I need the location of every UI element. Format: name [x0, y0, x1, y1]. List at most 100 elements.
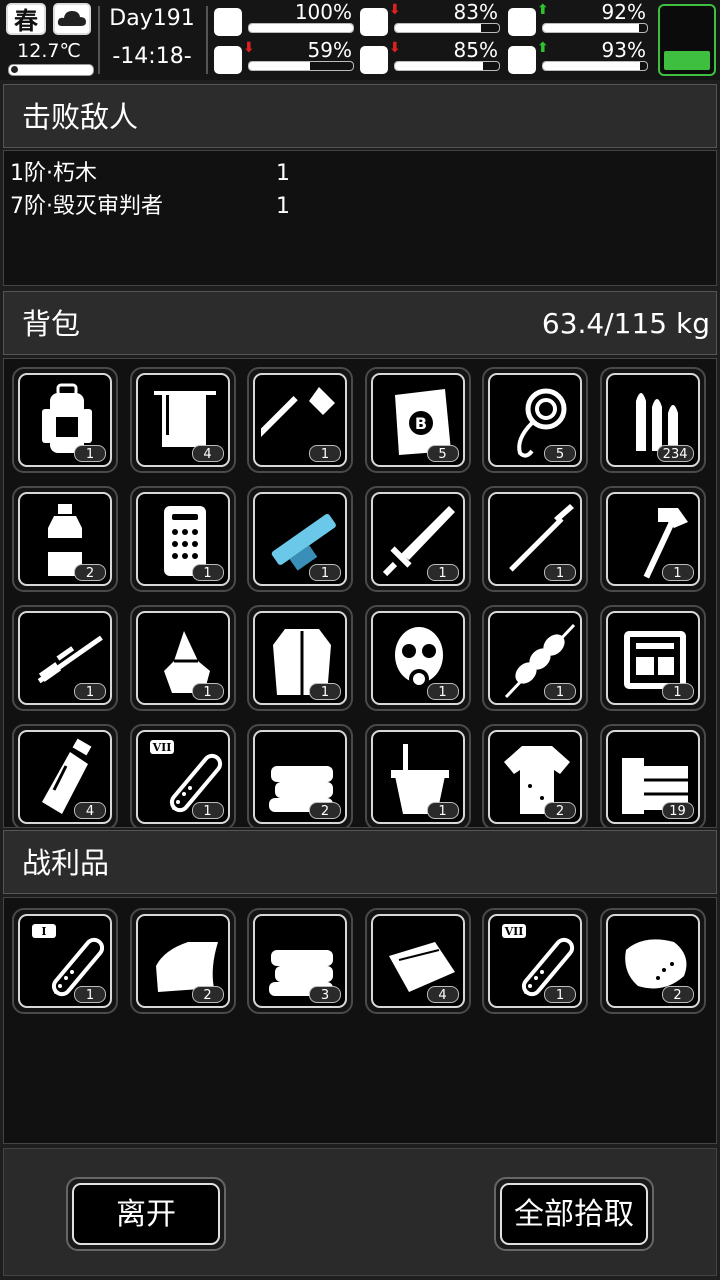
- item-slot-frame: 4: [18, 730, 112, 824]
- backpack-title: 背包: [22, 307, 81, 341]
- item-count: 2: [74, 564, 106, 581]
- item-slot[interactable]: 2: [599, 908, 706, 1014]
- loot-header: 战利品: [3, 830, 717, 894]
- take-all-button-label: 全部拾取: [500, 1183, 648, 1245]
- stat-bar-fill: [543, 62, 640, 70]
- item-slot-frame: 1: [18, 611, 112, 705]
- battery-icon: [658, 4, 716, 76]
- stat-value: 83%: [453, 0, 498, 24]
- item-count: 1: [74, 683, 106, 700]
- item-slot[interactable]: 4: [129, 367, 236, 473]
- water-icon: [360, 46, 388, 74]
- item-slot[interactable]: VII 1: [129, 724, 236, 827]
- defeated-title: 击败敌人: [22, 100, 139, 134]
- item-count: 2: [191, 986, 224, 1003]
- item-slot-frame: 4: [135, 373, 230, 467]
- item-count: 2: [544, 802, 576, 819]
- item-slot[interactable]: 1: [247, 605, 353, 711]
- svg-text:I: I: [41, 925, 46, 938]
- item-slot-frame: 1: [253, 611, 347, 705]
- item-slot[interactable]: 1: [12, 367, 118, 473]
- item-slot-frame: VII 1: [135, 730, 230, 824]
- item-slot[interactable]: 5: [482, 367, 588, 473]
- take-all-button[interactable]: 全部拾取: [494, 1177, 654, 1251]
- item-count: 1: [309, 445, 341, 462]
- item-slot-frame: 2: [18, 492, 112, 586]
- item-count: 1: [426, 564, 459, 581]
- stat-bar-fill: [395, 24, 482, 32]
- item-count: 1: [544, 986, 576, 1003]
- item-slot[interactable]: 1: [247, 486, 353, 592]
- item-slot[interactable]: 4: [12, 724, 118, 827]
- item-slot[interactable]: 1: [482, 486, 588, 592]
- item-slot[interactable]: 19: [599, 724, 706, 827]
- item-count: 1: [74, 445, 106, 462]
- item-count: 1: [74, 986, 106, 1003]
- item-slot-frame: 4: [370, 914, 465, 1008]
- item-slot[interactable]: 1: [129, 486, 236, 592]
- stat-bar: [394, 61, 500, 71]
- item-slot[interactable]: I1: [12, 908, 118, 1014]
- item-slot[interactable]: 1: [364, 486, 471, 592]
- item-slot-frame: 2: [253, 730, 347, 824]
- item-slot-frame: 1: [135, 492, 230, 586]
- loot-grid[interactable]: I 1 2 3 4 VII 1 2: [3, 897, 717, 1144]
- item-count: 1: [191, 802, 224, 819]
- stat-bar-fill: [249, 62, 311, 70]
- item-count: 234: [656, 445, 694, 462]
- item-count: 1: [544, 564, 576, 581]
- defeated-header: 击败敌人: [3, 84, 717, 148]
- stat-value: 93%: [601, 38, 646, 62]
- temperature-label: 12.7℃: [17, 40, 81, 62]
- item-slot[interactable]: 234: [599, 367, 706, 473]
- item-slot[interactable]: 1: [482, 605, 588, 711]
- enemy-name: 1阶·朽木: [10, 161, 97, 186]
- battery-level: [664, 50, 710, 70]
- item-slot[interactable]: 1: [12, 605, 118, 711]
- item-slot-frame: 1: [18, 373, 112, 467]
- item-count: 2: [309, 802, 341, 819]
- item-slot-frame: 2: [488, 730, 582, 824]
- item-slot[interactable]: VII 1: [482, 908, 588, 1014]
- item-slot[interactable]: 1: [364, 605, 471, 711]
- item-count: 4: [426, 986, 459, 1003]
- enemy-count: 1: [276, 194, 290, 219]
- item-slot[interactable]: 3: [247, 908, 353, 1014]
- item-slot[interactable]: 1: [599, 486, 706, 592]
- svg-text:VII: VII: [151, 741, 171, 754]
- svg-text:VII: VII: [504, 925, 524, 938]
- item-slot[interactable]: 2: [247, 724, 353, 827]
- divider: [206, 6, 208, 74]
- item-count: 1: [191, 564, 224, 581]
- stat-bar: [394, 23, 500, 33]
- backpack-weight: 63.4/115 kg: [541, 307, 710, 340]
- item-slot-frame: 1: [488, 611, 582, 705]
- item-slot-frame: 1: [605, 492, 700, 586]
- item-slot-frame: 1: [370, 611, 465, 705]
- item-slot[interactable]: B5: [364, 367, 471, 473]
- item-slot[interactable]: 4: [364, 908, 471, 1014]
- item-slot[interactable]: 2: [12, 486, 118, 592]
- item-slot-frame: 1: [135, 611, 230, 705]
- item-slot[interactable]: 2: [482, 724, 588, 827]
- day-label: Day191: [109, 6, 195, 31]
- backpack-grid[interactable]: 1 4 1 B 5 5 234 2 1 1 1 1 1 1 1 1 1 1 1 4 VII 1 2 1 2 19: [3, 358, 717, 828]
- item-slot-frame: I1: [18, 914, 112, 1008]
- stat-bar: [542, 61, 648, 71]
- item-slot-frame: 2: [135, 914, 230, 1008]
- defeated-list: 1阶·朽木 1 7阶·毁灭审判者 1: [3, 150, 717, 286]
- item-slot-frame: VII 1: [488, 914, 582, 1008]
- leave-button[interactable]: 离开: [66, 1177, 226, 1251]
- item-slot-frame: 3: [253, 914, 347, 1008]
- item-slot-frame: B5: [370, 373, 465, 467]
- item-slot[interactable]: 1: [247, 367, 353, 473]
- item-count: 1: [661, 564, 694, 581]
- item-count: 5: [426, 445, 459, 462]
- item-slot[interactable]: 1: [599, 605, 706, 711]
- item-slot[interactable]: 1: [129, 605, 236, 711]
- item-count: 1: [191, 683, 224, 700]
- health-icon: [214, 8, 242, 36]
- item-slot[interactable]: 1: [364, 724, 471, 827]
- item-slot-frame: 1: [370, 730, 465, 824]
- item-slot[interactable]: 2: [129, 908, 236, 1014]
